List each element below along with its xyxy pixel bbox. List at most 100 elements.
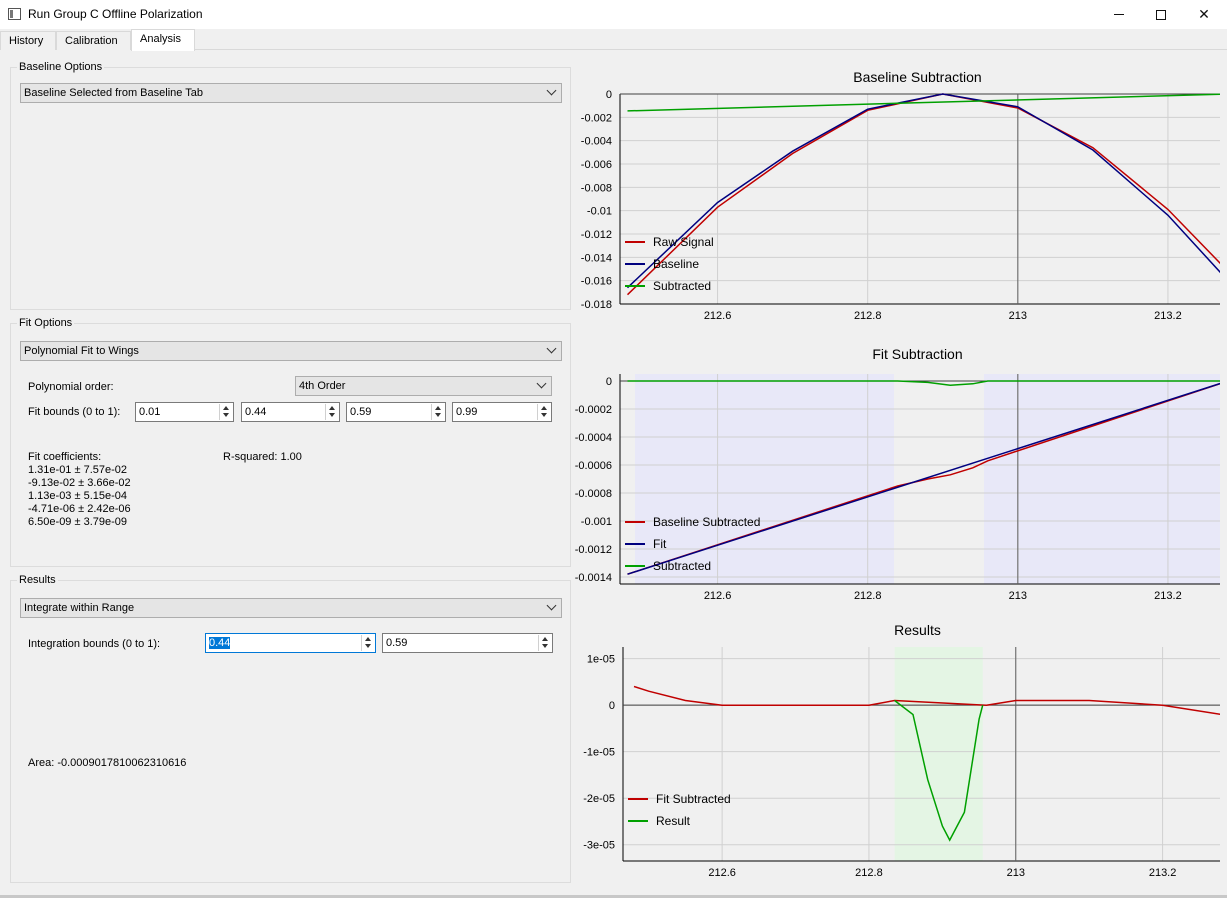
x-tick-label: 212.6 [704,590,732,602]
y-tick-label: 1e-05 [587,654,615,666]
legend-label: Result [656,814,691,828]
fit-method-select[interactable]: Polynomial Fit to Wings [20,341,562,361]
chevron-down-icon [536,378,547,389]
fit-bound-2-value: 0.44 [245,406,267,418]
x-tick-label: 213 [1007,867,1025,879]
spin-arrows-icon[interactable] [538,635,551,651]
y-tick-label: 0 [606,376,612,388]
fit-coefficient: 1.31e-01 ± 7.57e-02 [28,464,127,476]
legend-label: Baseline [653,257,699,271]
tab-analysis[interactable]: Analysis [131,29,195,51]
fit-subtraction-plot: 0 -0.0002 -0.0004 -0.0006 -0.0008 -0.001 -0.00… [575,374,1220,602]
integration-bound-high-input[interactable]: 0.59 [382,633,553,653]
shaded-region [984,374,1220,584]
integration-bounds-label: Integration bounds (0 to 1): [28,638,161,650]
y-tick-label: -0.016 [581,276,612,288]
close-icon: ✕ [1198,6,1210,22]
x-tick-label: 213 [1009,310,1027,322]
y-tick-label: -2e-05 [583,793,615,805]
fit-bound-3-value: 0.59 [350,406,372,418]
x-tick-label: 212.6 [704,310,732,322]
fit-coefficient: -4.71e-06 ± 2.42e-06 [28,503,131,515]
fit-bound-3-input[interactable]: 0.59 [346,402,446,422]
spin-arrows-icon[interactable] [537,404,550,420]
polynomial-order-select[interactable]: 4th Order [295,376,552,396]
y-tick-label: -0.0002 [575,404,612,416]
y-tick-label: -0.0012 [575,544,612,556]
fit-bound-1-value: 0.01 [139,406,161,418]
maximize-button[interactable] [1138,0,1184,29]
baseline-options-group: Baseline Options Baseline Selected from … [10,61,571,310]
x-tick-label: 213 [1009,590,1027,602]
x-tick-label: 212.8 [854,590,882,602]
series-line [626,93,1220,289]
fit-options-title: Fit Options [17,317,75,329]
baseline-method-select[interactable]: Baseline Selected from Baseline Tab [20,83,562,103]
spin-arrows-icon[interactable] [325,404,338,420]
results-group: Results Integrate within Range Integrati… [10,574,571,883]
tab-calibration[interactable]: Calibration [56,31,131,50]
fit-options-group: Fit Options Polynomial Fit to Wings Poly… [10,317,571,567]
spin-arrows-icon[interactable] [431,404,444,420]
legend-label: Subtracted [653,279,711,293]
spin-arrows-icon[interactable] [219,404,232,420]
minimize-button[interactable] [1096,0,1142,29]
y-tick-label: -0.008 [581,182,612,194]
window-title: Run Group C Offline Polarization [28,7,203,21]
fit-bounds-label: Fit bounds (0 to 1): [28,406,121,418]
y-tick-label: -0.001 [581,516,612,528]
plot1-title: Baseline Subtraction [853,69,982,85]
minimize-icon [1114,14,1124,15]
results-method-value: Integrate within Range [24,602,135,614]
y-tick-label: -0.0014 [575,572,612,584]
r-squared-value: R-squared: 1.00 [223,451,302,463]
y-tick-label: -0.012 [581,229,612,241]
results-method-select[interactable]: Integrate within Range [20,598,562,618]
polynomial-order-value: 4th Order [299,380,346,392]
plot3-title: Results [894,622,941,638]
plot2-title: Fit Subtraction [872,346,963,362]
x-tick-label: 213.2 [1154,590,1182,602]
close-button[interactable]: ✕ [1181,0,1227,29]
app-icon [8,8,21,20]
y-tick-label: -0.0006 [575,460,612,472]
polynomial-order-label: Polynomial order: [28,381,114,393]
shaded-region [894,647,983,861]
fit-coefficient: -9.13e-02 ± 3.66e-02 [28,477,131,489]
x-tick-label: 213.2 [1149,867,1177,879]
legend-label: Fit [653,537,667,551]
integration-bound-low-input[interactable]: 0.44 [205,633,376,653]
y-tick-label: 0 [606,90,612,101]
spin-arrows-icon[interactable] [361,635,374,651]
y-tick-label: -0.014 [581,252,612,264]
baseline-subtraction-plot: 0 -0.002 -0.004 -0.006 -0.008 -0.01 -0.012 -0.0… [581,90,1220,322]
series-line [627,93,1220,112]
y-tick-label: -0.018 [581,299,612,311]
y-tick-label: -0.002 [581,112,612,124]
tab-bar: History Calibration Analysis [0,29,1227,51]
legend-label: Fit Subtracted [656,792,731,806]
y-tick-label: 0 [609,700,615,712]
x-tick-label: 212.8 [854,310,882,322]
fit-bound-4-value: 0.99 [456,406,478,418]
y-tick-label: -1e-05 [583,747,615,759]
results-title: Results [17,574,58,586]
results-plot: 1e-05 0 -1e-05 -2e-05 -3e-05 212.6 212.8 213 213… [583,647,1220,879]
legend-label: Baseline Subtracted [653,515,760,529]
chevron-down-icon [546,85,557,96]
x-tick-label: 213.2 [1154,310,1182,322]
fit-coefficient: 1.13e-03 ± 5.15e-04 [28,490,127,502]
fit-coefficients-label: Fit coefficients: [28,451,102,463]
tab-history[interactable]: History [0,31,56,50]
baseline-options-title: Baseline Options [17,61,105,73]
fit-coefficient: 6.50e-09 ± 3.79e-09 [28,516,127,528]
fit-bound-4-input[interactable]: 0.99 [452,402,552,422]
y-tick-label: -0.0008 [575,488,612,500]
fit-bound-1-input[interactable]: 0.01 [135,402,234,422]
fit-bound-2-input[interactable]: 0.44 [241,402,340,422]
x-tick-label: 212.6 [708,867,736,879]
series-line [626,93,1220,296]
maximize-icon [1156,9,1166,20]
x-tick-label: 212.8 [855,867,883,879]
y-tick-label: -0.01 [587,206,612,218]
